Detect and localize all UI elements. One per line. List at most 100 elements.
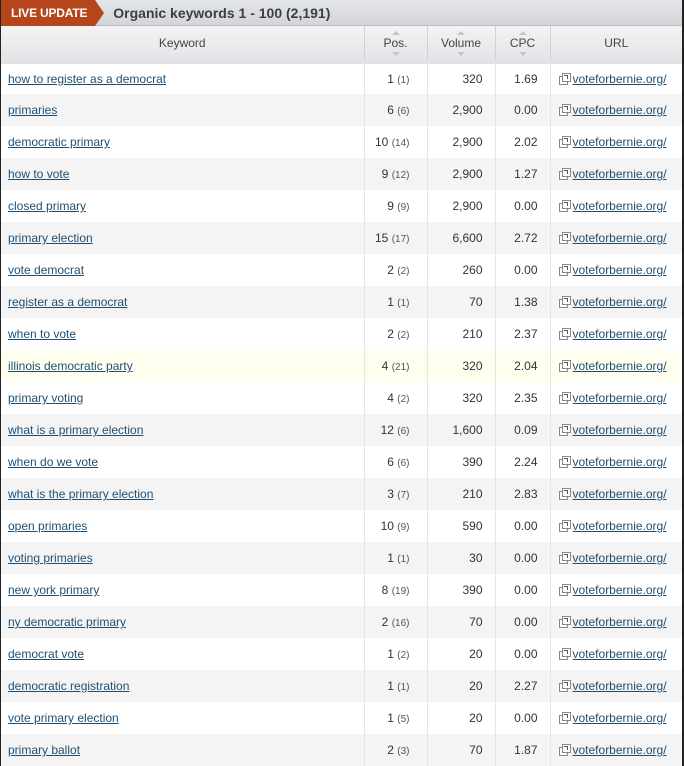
position-value: 2	[387, 743, 394, 757]
external-link-icon[interactable]	[558, 72, 571, 85]
external-link-icon[interactable]	[558, 616, 571, 628]
url-link[interactable]: voteforbernie.org/	[573, 231, 667, 245]
live-update-badge[interactable]: LIVE UPDATE	[1, 0, 105, 26]
keyword-link[interactable]: how to vote	[8, 167, 69, 181]
position-value: 1	[387, 551, 394, 565]
table-row: illinois democratic party 4 (21) 320 2.04 vo…	[1, 350, 682, 382]
position-value: 2	[387, 263, 394, 277]
position-cell: 1 (1)	[364, 670, 428, 702]
keyword-link[interactable]: what is a primary election	[8, 423, 143, 437]
sort-desc-icon[interactable]	[391, 51, 400, 56]
keyword-link[interactable]: vote primary election	[8, 711, 119, 725]
external-link-icon[interactable]	[558, 424, 571, 436]
sort-asc-icon[interactable]	[518, 31, 527, 35]
keyword-link[interactable]: primary election	[8, 231, 93, 245]
url-link[interactable]: voteforbernie.org/	[573, 72, 667, 86]
url-link[interactable]: voteforbernie.org/	[573, 423, 667, 437]
url-link[interactable]: voteforbernie.org/	[573, 551, 667, 565]
url-link[interactable]: voteforbernie.org/	[573, 359, 667, 373]
url-link[interactable]: voteforbernie.org/	[573, 327, 667, 341]
url-link[interactable]: voteforbernie.org/	[573, 647, 667, 661]
table-row: when do we vote 6 (6) 390 2.24 voteforbernie…	[1, 446, 682, 478]
keyword-link[interactable]: vote democrat	[8, 263, 84, 277]
keyword-cell: democrat vote	[1, 638, 365, 670]
sort-asc-icon[interactable]	[391, 31, 400, 35]
external-link-icon[interactable]	[558, 296, 571, 308]
keyword-link[interactable]: when to vote	[8, 327, 76, 341]
url-link[interactable]: voteforbernie.org/	[573, 583, 667, 597]
previous-position: (21)	[391, 362, 410, 373]
position-value: 4	[381, 359, 389, 373]
url-link[interactable]: voteforbernie.org/	[573, 455, 667, 469]
external-link-icon[interactable]	[558, 200, 571, 212]
position-cell: 2 (16)	[364, 606, 428, 638]
url-link[interactable]: voteforbernie.org/	[573, 391, 667, 405]
cpc-cell: 0.09	[495, 414, 551, 446]
sort-desc-icon[interactable]	[518, 51, 527, 56]
keyword-link[interactable]: primary voting	[8, 391, 83, 405]
table-row: vote primary election 1 (5) 20 0.00 voteforb…	[1, 702, 682, 734]
keyword-link[interactable]: democratic registration	[8, 679, 129, 693]
url-cell: voteforbernie.org/	[550, 126, 682, 158]
column-header-url: URL	[550, 26, 682, 64]
keyword-link[interactable]: open primaries	[8, 519, 87, 533]
external-link-icon[interactable]	[558, 392, 571, 404]
url-link[interactable]: voteforbernie.org/	[573, 135, 667, 149]
cpc-cell: 0.00	[495, 190, 551, 222]
keyword-link[interactable]: democratic primary	[8, 135, 110, 149]
sort-asc-icon[interactable]	[457, 31, 465, 35]
keyword-link[interactable]: when do we vote	[8, 455, 98, 469]
column-header-volume[interactable]: Volume	[427, 26, 496, 64]
external-link-icon[interactable]	[558, 648, 571, 660]
external-link-icon[interactable]	[558, 712, 571, 724]
volume-cell: 590	[427, 510, 496, 542]
cpc-cell: 2.02	[495, 126, 551, 158]
external-link-icon[interactable]	[558, 104, 571, 116]
external-link-icon[interactable]	[558, 552, 571, 564]
keyword-link[interactable]: voting primaries	[8, 551, 93, 565]
external-link-icon[interactable]	[558, 520, 571, 532]
external-link-icon[interactable]	[558, 168, 571, 180]
url-link[interactable]: voteforbernie.org/	[573, 103, 667, 117]
url-link[interactable]: voteforbernie.org/	[573, 295, 667, 309]
url-link[interactable]: voteforbernie.org/	[573, 199, 667, 213]
volume-cell: 320	[427, 382, 496, 414]
url-link[interactable]: voteforbernie.org/	[573, 167, 667, 181]
url-link[interactable]: voteforbernie.org/	[573, 263, 667, 277]
keyword-link[interactable]: how to register as a democrat	[8, 72, 166, 86]
external-link-icon[interactable]	[558, 136, 571, 148]
keyword-cell: register as a democrat	[1, 286, 365, 318]
keyword-link[interactable]: illinois democratic party	[8, 359, 133, 373]
url-link[interactable]: voteforbernie.org/	[573, 487, 667, 501]
external-link-icon[interactable]	[558, 488, 571, 500]
keyword-link[interactable]: new york primary	[8, 583, 99, 597]
external-link-icon[interactable]	[558, 264, 571, 276]
cpc-cell: 1.38	[495, 286, 551, 318]
sort-desc-icon[interactable]	[457, 51, 465, 56]
keyword-link[interactable]: primaries	[8, 103, 57, 117]
url-link[interactable]: voteforbernie.org/	[573, 711, 667, 725]
external-link-icon[interactable]	[558, 232, 571, 244]
url-link[interactable]: voteforbernie.org/	[573, 679, 667, 693]
external-link-icon[interactable]	[558, 328, 571, 340]
keyword-link[interactable]: closed primary	[8, 199, 86, 213]
external-link-icon[interactable]	[558, 680, 571, 692]
keyword-link[interactable]: what is the primary election	[8, 487, 153, 501]
url-link[interactable]: voteforbernie.org/	[573, 743, 667, 757]
volume-cell: 390	[427, 574, 496, 606]
column-header-cpc[interactable]: CPC	[495, 26, 551, 64]
external-link-icon[interactable]	[558, 744, 571, 756]
external-link-icon[interactable]	[558, 360, 571, 372]
external-link-icon[interactable]	[558, 584, 571, 596]
keyword-link[interactable]: primary ballot	[8, 743, 80, 757]
column-header-pos[interactable]: Pos.	[364, 26, 428, 64]
external-link-icon[interactable]	[558, 456, 571, 468]
url-link[interactable]: voteforbernie.org/	[573, 519, 667, 533]
cpc-cell: 0.00	[495, 510, 551, 542]
previous-position: (1)	[397, 298, 410, 309]
keyword-link[interactable]: democrat vote	[8, 647, 84, 661]
url-link[interactable]: voteforbernie.org/	[573, 615, 667, 629]
keyword-link[interactable]: register as a democrat	[8, 295, 127, 309]
url-cell: voteforbernie.org/	[550, 510, 682, 542]
keyword-link[interactable]: ny democratic primary	[8, 615, 126, 629]
